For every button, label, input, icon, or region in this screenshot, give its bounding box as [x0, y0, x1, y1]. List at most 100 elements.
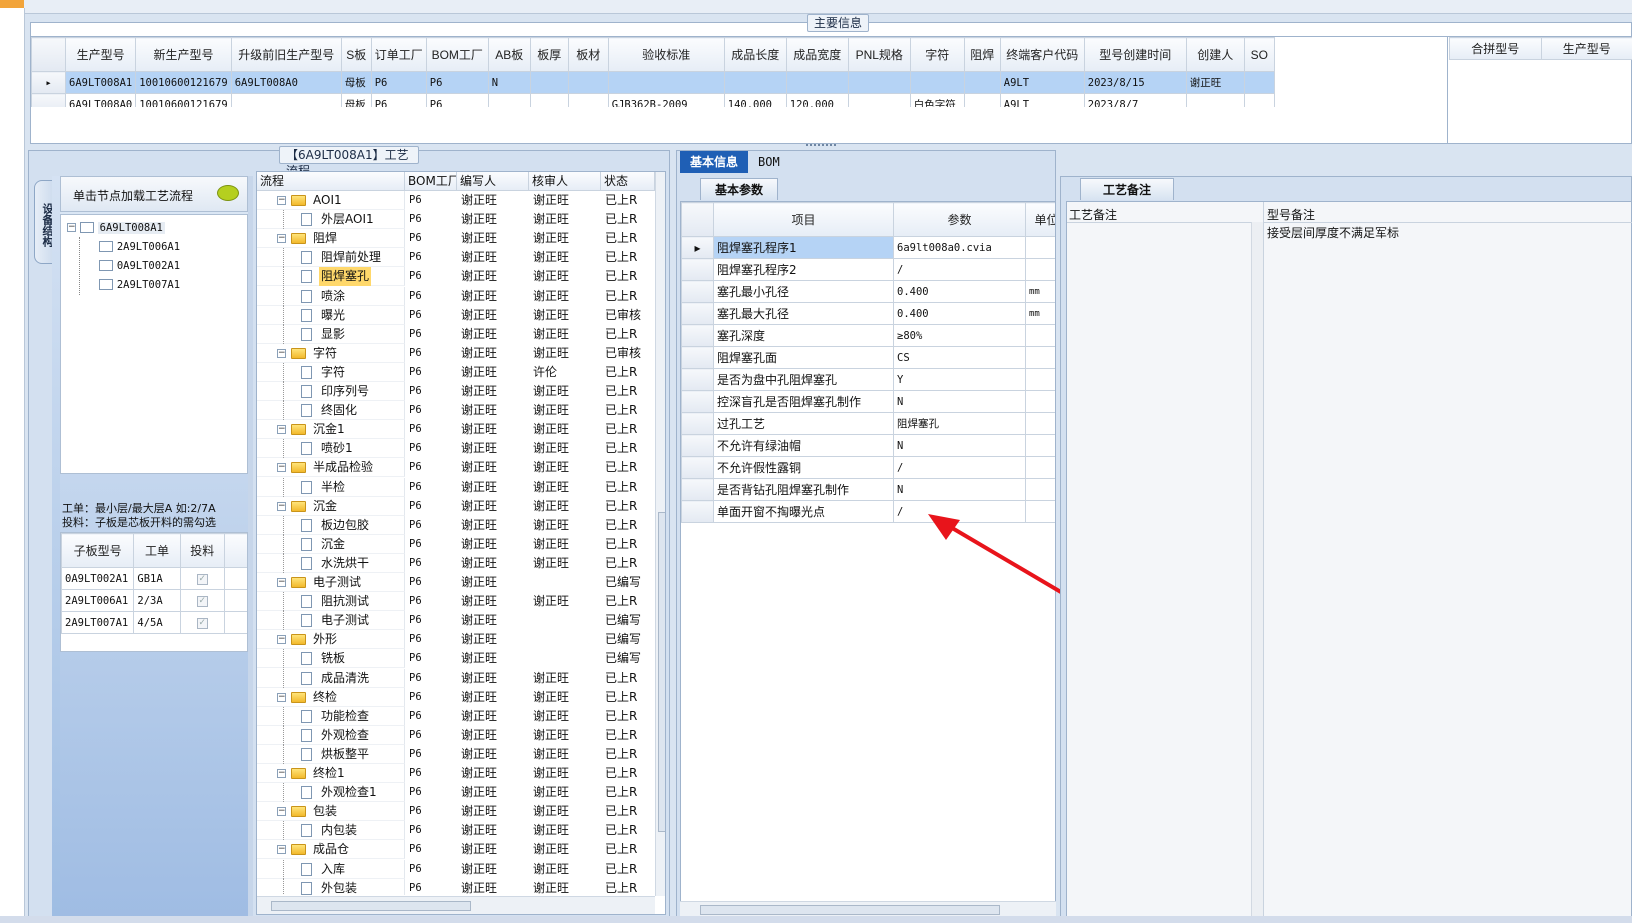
flow-vscroll-thumb[interactable] [658, 512, 665, 832]
flow-row[interactable]: 功能检查 P6 谢正旺 谢正旺 已上R [257, 706, 655, 726]
param-row[interactable]: 阻焊塞孔面CSY [681, 346, 1055, 369]
param-item-cell[interactable]: 单面开窗不掏曝光点 [713, 500, 894, 523]
main-cell[interactable]: 6A9LT008A0 [230, 71, 342, 94]
feed-checkbox[interactable]: ✓ [196, 573, 208, 585]
param-col-header[interactable]: 参数 [893, 202, 1026, 237]
main-col-header[interactable]: 板厚 [529, 37, 569, 72]
param-value-cell[interactable]: / [893, 258, 1026, 281]
flow-row[interactable]: − 终检1 P6 谢正旺 谢正旺 已上R [257, 764, 655, 783]
param-col-header[interactable]: 项目 [713, 202, 894, 237]
sub-order-cell[interactable]: 4/5A [133, 611, 181, 634]
main-cell[interactable] [1243, 71, 1275, 94]
main-cell[interactable]: A9LT [999, 71, 1085, 94]
flow-col-header[interactable]: 核审人 [529, 172, 601, 191]
param-value-cell[interactable]: Y [893, 368, 1026, 391]
flow-col-header[interactable]: BOM工厂 [405, 172, 457, 191]
param-row[interactable]: 阻焊塞孔程序2/Y [681, 258, 1055, 281]
main-cell[interactable] [607, 71, 725, 94]
main-cell[interactable]: 6A9LT008A1 [64, 71, 137, 94]
param-item-cell[interactable]: 阻焊塞孔程序1 [713, 236, 894, 259]
param-value-cell[interactable]: N [893, 390, 1026, 413]
flow-row[interactable]: − 电子测试 P6 谢正旺 已编写 [257, 573, 655, 592]
expand-icon[interactable]: − [277, 635, 286, 645]
flow-row[interactable]: 半检 P6 谢正旺 谢正旺 已上R [257, 477, 655, 497]
flow-row[interactable]: 曝光 P6 谢正旺 谢正旺 已审核 [257, 305, 655, 325]
main-col-header[interactable]: SO [1243, 37, 1275, 72]
param-row[interactable]: 不允许假性露铜/Y [681, 456, 1055, 479]
main-cell[interactable] [963, 71, 1001, 94]
feed-checkbox[interactable]: ✓ [196, 617, 208, 629]
flow-row[interactable]: − 沉金 P6 谢正旺 谢正旺 已上R [257, 496, 655, 516]
param-value-cell[interactable]: 6a9lt008a0.cvia [893, 236, 1026, 259]
main-cell[interactable]: 2023/8/7 [1083, 93, 1187, 107]
flow-row[interactable]: − AOI1 P6 谢正旺 谢正旺 已上R [257, 191, 655, 210]
param-col-header[interactable]: 单位 [1025, 202, 1055, 237]
flow-row[interactable]: 阻抗测试 P6 谢正旺 谢正旺 已上R [257, 592, 655, 612]
param-value-cell[interactable]: / [893, 456, 1026, 479]
flow-row[interactable]: 烘板整平 P6 谢正旺 谢正旺 已上R [257, 744, 655, 764]
flow-row[interactable]: 外层AOI1 P6 谢正旺 谢正旺 已上R [257, 210, 655, 230]
param-item-cell[interactable]: 控深盲孔是否阻焊塞孔制作 [713, 390, 894, 413]
param-item-cell[interactable]: 塞孔最大孔径 [713, 302, 894, 325]
flow-row[interactable]: − 外形 P6 谢正旺 已编写 [257, 630, 655, 650]
main-cell[interactable]: 2023/8/15 [1083, 71, 1187, 94]
main-col-header[interactable]: 成品宽度 [785, 37, 849, 72]
main-col-header[interactable]: 阻焊 [963, 37, 1001, 72]
param-value-cell[interactable]: N [893, 478, 1026, 501]
param-item-cell[interactable]: 阻焊塞孔程序2 [713, 258, 894, 281]
flow-row[interactable]: 阻焊前处理 P6 谢正旺 谢正旺 已上R [257, 248, 655, 268]
sub-model-cell[interactable]: 2A9LT006A1 [61, 589, 135, 612]
param-value-cell[interactable]: 0.400 [893, 280, 1026, 303]
flow-row[interactable]: 字符 P6 谢正旺 许伦 已上R [257, 362, 655, 382]
sub-model-cell[interactable]: 2A9LT007A1 [61, 611, 135, 634]
main-cell[interactable]: P6 [425, 71, 489, 94]
table-row[interactable]: ▸ 6A9LT008A1 10010600121679 6A9LT008A0 母板 P6 P… [31, 71, 1275, 94]
expand-icon[interactable]: − [277, 501, 286, 511]
param-value-cell[interactable]: 0.400 [893, 302, 1026, 325]
main-cell[interactable] [1185, 93, 1245, 107]
sub-col-header[interactable]: 工单 [133, 533, 181, 568]
main-cell[interactable]: 10010600121679 [135, 93, 232, 107]
param-row[interactable]: 是否为盘中孔阻焊塞孔YY [681, 368, 1055, 391]
param-item-cell[interactable]: 不允许有绿油帽 [713, 434, 894, 457]
main-cell[interactable] [230, 93, 342, 107]
main-cell[interactable] [963, 93, 1001, 107]
main-col-header[interactable]: PNL规格 [847, 37, 911, 72]
param-item-cell[interactable]: 是否为盘中孔阻焊塞孔 [713, 368, 894, 391]
main-col-header[interactable]: AB板 [487, 37, 531, 72]
main-col-header[interactable]: 升级前旧生产型号 [230, 37, 342, 72]
sub-order-cell[interactable]: 2/3A [133, 589, 181, 612]
main-col-header[interactable]: 验收标准 [607, 37, 725, 72]
param-value-cell[interactable]: CS [893, 346, 1026, 369]
param-value-cell[interactable]: N [893, 434, 1026, 457]
main-cell[interactable]: 120.000 [785, 93, 849, 107]
table-row[interactable]: 0A9LT002A1 GB1A ✓ [61, 567, 247, 590]
table-row[interactable]: 6A9LT008A0 10010600121679 母板 P6 P6 GJB362B-20… [31, 93, 1275, 107]
expand-icon[interactable]: − [277, 692, 286, 702]
sub-model-cell[interactable]: 0A9LT002A1 [61, 567, 135, 590]
flow-row[interactable]: 沉金 P6 谢正旺 谢正旺 已上R [257, 534, 655, 554]
flow-row[interactable]: 终固化 P6 谢正旺 谢正旺 已上R [257, 401, 655, 421]
feed-checkbox[interactable]: ✓ [196, 595, 208, 607]
main-cell[interactable] [847, 93, 911, 107]
main-cell[interactable] [529, 93, 569, 107]
table-row[interactable]: 2A9LT007A1 4/5A ✓ [61, 611, 247, 634]
tab-bom[interactable]: BOM [748, 151, 790, 173]
flow-row[interactable]: 板边包胶 P6 谢正旺 谢正旺 已上R [257, 515, 655, 535]
flow-row[interactable]: − 包装 P6 谢正旺 谢正旺 已上R [257, 802, 655, 822]
main-cell[interactable] [723, 71, 787, 94]
flow-row[interactable]: 外观检查1 P6 谢正旺 谢正旺 已上R [257, 783, 655, 803]
param-item-cell[interactable]: 是否背钻孔阻焊塞孔制作 [713, 478, 894, 501]
model-remark-text[interactable]: 接受层间厚度不满足军标 [1267, 224, 1399, 241]
main-col-header[interactable]: 生产型号 [64, 37, 137, 72]
expand-icon[interactable]: − [277, 196, 286, 205]
flow-row[interactable]: 铣板 P6 谢正旺 已编写 [257, 649, 655, 669]
tree-node[interactable]: − 6A9LT008A1 [67, 219, 165, 236]
param-row[interactable]: ▸阻焊塞孔程序16a9lt008a0.cviaY [681, 236, 1055, 259]
flow-row[interactable]: − 成品仓 P6 谢正旺 谢正旺 已上R [257, 840, 655, 860]
flow-hscroll[interactable] [257, 896, 655, 914]
tree-node[interactable]: 2A9LT007A1 [99, 276, 180, 293]
main-col-header[interactable]: 订单工厂 [370, 37, 427, 72]
flow-col-header[interactable]: 流程 [257, 172, 405, 191]
main-cell[interactable] [567, 93, 609, 107]
